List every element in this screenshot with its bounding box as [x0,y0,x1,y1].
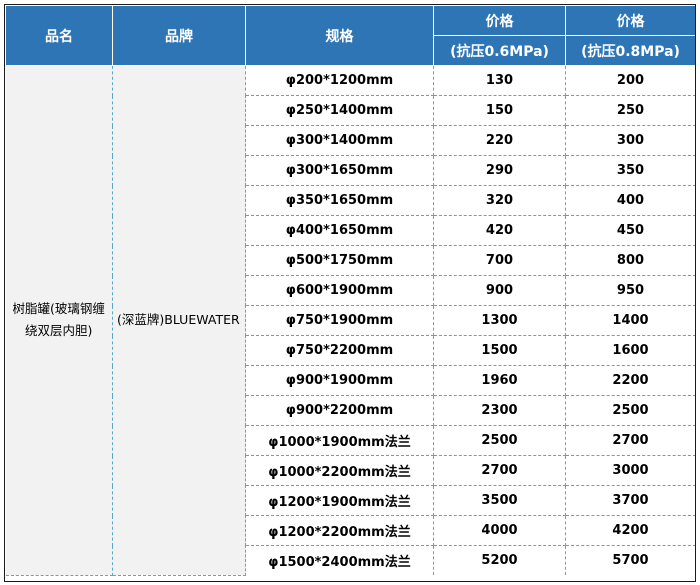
header-price-08-title: 价格 [565,5,695,36]
product-name-cell: 树脂罐(玻璃钢缠绕双层内胆) [5,65,113,576]
price-08-cell: 350 [565,155,695,186]
price-08-cell: 800 [565,245,695,276]
spec-cell: φ750*1900mm [245,305,434,336]
price-06-cell: 900 [433,275,566,306]
spec-cell: φ900*2200mm [245,395,434,426]
price-06-cell: 2700 [433,455,566,486]
price-06-cell: 1300 [433,305,566,336]
price-06-cell: 4000 [433,515,566,546]
header-brand: 品牌 [112,5,246,66]
price-06-cell: 700 [433,245,566,276]
header-price-08-sub: (抗压0.8MPa) [565,35,695,66]
price-08-cell: 950 [565,275,695,306]
header-spec: 规格 [245,5,434,66]
table-body: 树脂罐(玻璃钢缠绕双层内胆) (深蓝牌)BLUEWATER φ200*1200mm 1… [5,65,695,576]
price-06-cell: 2300 [433,395,566,426]
price-06-cell: 1960 [433,365,566,396]
price-06-cell: 320 [433,185,566,216]
spec-cell: φ350*1650mm [245,185,434,216]
spec-cell: φ1200*2200mm法兰 [245,515,434,546]
table-row: 树脂罐(玻璃钢缠绕双层内胆) (深蓝牌)BLUEWATER φ200*1200mm 1… [5,65,695,576]
price-08-cell: 5700 [565,545,695,575]
price-08-cell: 300 [565,125,695,156]
spec-cell: φ1200*1900mm法兰 [245,485,434,516]
price-08-cell: 3700 [565,485,695,516]
spec-cell: φ500*1750mm [245,245,434,276]
brand-cell: (深蓝牌)BLUEWATER [112,65,246,576]
price-08-cell: 250 [565,95,695,126]
spec-cell: φ400*1650mm [245,215,434,246]
price-06-cell: 130 [433,65,566,96]
table-header: 品名 品牌 规格 价格 价格 (抗压0.6MPa) (抗压0.8MPa) [5,5,695,66]
price-06-cell: 420 [433,215,566,246]
spec-cell: φ200*1200mm [245,65,434,96]
price-06-cell: 2500 [433,425,566,456]
price-08-cell: 400 [565,185,695,216]
price-08-cell: 3000 [565,455,695,486]
price-table-container: 品名 品牌 规格 价格 价格 (抗压0.6MPa) (抗压0.8MPa) 树脂罐… [4,4,696,582]
price-08-cell: 2700 [565,425,695,456]
price-table: 品名 品牌 规格 价格 价格 (抗压0.6MPa) (抗压0.8MPa) 树脂罐… [5,5,695,576]
price-08-cell: 2500 [565,395,695,426]
price-06-cell: 5200 [433,545,566,575]
spec-cell: φ1000*2200mm法兰 [245,455,434,486]
spec-cell: φ300*1400mm [245,125,434,156]
price-06-cell: 290 [433,155,566,186]
spec-cell: φ600*1900mm [245,275,434,306]
spec-cell: φ1000*1900mm法兰 [245,425,434,456]
header-product-name: 品名 [5,5,113,66]
price-06-cell: 220 [433,125,566,156]
price-08-cell: 1400 [565,305,695,336]
price-08-cell: 2200 [565,365,695,396]
price-06-cell: 3500 [433,485,566,516]
price-08-cell: 450 [565,215,695,246]
header-price-06-title: 价格 [433,5,566,36]
spec-cell: φ1500*2400mm法兰 [245,545,434,575]
spec-cell: φ750*2200mm [245,335,434,366]
price-08-cell: 4200 [565,515,695,546]
header-price-06-sub: (抗压0.6MPa) [433,35,566,66]
price-08-cell: 200 [565,65,695,96]
price-08-cell: 1600 [565,335,695,366]
price-06-cell: 1500 [433,335,566,366]
spec-cell: φ250*1400mm [245,95,434,126]
spec-cell: φ900*1900mm [245,365,434,396]
spec-cell: φ300*1650mm [245,155,434,186]
price-06-cell: 150 [433,95,566,126]
